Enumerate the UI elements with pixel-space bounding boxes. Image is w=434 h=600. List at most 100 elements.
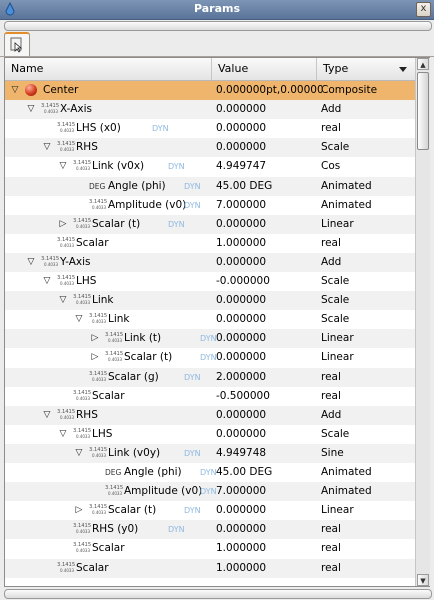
- tree-row[interactable]: ▽ 3.1415 0.4033 Link 0.000000 Scale: [5, 291, 415, 311]
- expander-expanded-icon[interactable]: ▽: [57, 291, 69, 310]
- tab-params[interactable]: [4, 32, 30, 56]
- value-cell[interactable]: 1.000000: [216, 539, 322, 558]
- name-cell: 3.1415 0.4033 Amplitude (v0) DYN: [5, 196, 212, 215]
- tree-row[interactable]: 3.1415 0.4033 Scalar 1.000000 real: [5, 234, 415, 253]
- tree-row[interactable]: 3.1415 0.4033 Amplitude (v0) DYN 7.000000 Ani…: [5, 482, 415, 502]
- value-cell[interactable]: 0.000000: [216, 138, 322, 157]
- scrollbar-thumb[interactable]: [417, 72, 429, 150]
- dynamic-badge: DYN: [200, 353, 217, 363]
- value-cell[interactable]: 2.000000: [216, 368, 322, 387]
- expander-collapsed-icon[interactable]: ▷: [57, 215, 69, 234]
- tree-row[interactable]: 3.1415 0.4033 Scalar -0.500000 real: [5, 387, 415, 406]
- dynamic-badge: DYN: [200, 468, 217, 477]
- value-cell[interactable]: 45.00 DEG: [216, 463, 322, 482]
- value-cell[interactable]: 0.000000: [216, 310, 322, 329]
- value-cell[interactable]: -0.500000: [216, 387, 322, 406]
- param-name: Scalar: [76, 561, 109, 574]
- sort-down-icon[interactable]: [399, 67, 407, 72]
- tree-row[interactable]: 3.1415 0.4033 RHS (y0) DYN 0.000000 real: [5, 520, 415, 540]
- expander-expanded-icon[interactable]: ▽: [57, 425, 69, 444]
- title-bar[interactable]: Params x: [0, 0, 434, 20]
- value-cell[interactable]: 7.000000: [216, 482, 322, 501]
- expander-expanded-icon[interactable]: ▽: [41, 406, 53, 425]
- expander-expanded-icon[interactable]: ▽: [57, 157, 69, 176]
- angle-deg-icon: DEG: [105, 468, 122, 477]
- value-cell[interactable]: 4.949748: [216, 444, 322, 463]
- tree-row[interactable]: ▽ 3.1415 0.4033 Y-Axis 0.000000 Add: [5, 252, 415, 272]
- name-cell: 3.1415 0.4033 Scalar: [5, 539, 212, 558]
- close-icon[interactable]: x: [416, 2, 431, 17]
- value-cell[interactable]: 0.000000: [216, 425, 322, 444]
- tree-row[interactable]: ▽ 3.1415 0.4033 Link 0.000000 Scale: [5, 310, 415, 329]
- real-value-icon: 3.1415 0.4033: [57, 562, 75, 574]
- value-cell[interactable]: 0.000000: [216, 215, 322, 234]
- tree-row[interactable]: ▷ 3.1415 0.4033 Scalar (t) DYN 0.000000 Linear: [5, 501, 415, 520]
- value-cell[interactable]: 0.000000: [216, 253, 322, 272]
- value-cell[interactable]: 0.000000: [216, 119, 322, 138]
- tree-row[interactable]: DEG Angle (phi) DYN 45.00 DEG Animated: [5, 176, 415, 196]
- value-cell[interactable]: 0.000000: [216, 406, 322, 425]
- value-cell[interactable]: 0.000000: [216, 329, 322, 348]
- tree-row[interactable]: ▽ 3.1415 0.4033 RHS 0.000000 Add: [5, 405, 415, 425]
- top-handle-bar[interactable]: [4, 21, 432, 31]
- value-cell[interactable]: 1.000000: [216, 234, 322, 253]
- tree-row[interactable]: ▽ 3.1415 0.4033 Link (v0x) DYN 4.949747 Cos: [5, 157, 415, 176]
- value-cell[interactable]: 0.000000: [216, 291, 322, 310]
- real-value-icon-line1: 3.1415: [73, 389, 92, 396]
- value-cell[interactable]: 0.000000pt,0.000000pt: [216, 81, 322, 100]
- expander-expanded-icon[interactable]: ▽: [25, 100, 37, 119]
- value-cell[interactable]: -0.000000: [216, 272, 322, 291]
- expander-expanded-icon[interactable]: ▽: [9, 81, 21, 100]
- tree-row[interactable]: ▷ 3.1415 0.4033 Scalar (t) DYN 0.000000 Linear: [5, 214, 415, 234]
- expander-collapsed-icon[interactable]: ▷: [89, 329, 101, 348]
- expander-collapsed-icon[interactable]: ▷: [73, 501, 85, 520]
- bottom-handle-bar[interactable]: [4, 589, 432, 599]
- value-cell[interactable]: 1.000000: [216, 559, 322, 578]
- column-header-type[interactable]: Type: [317, 58, 415, 80]
- expander-expanded-icon[interactable]: ▽: [41, 138, 53, 157]
- name-cell: ▷ 3.1415 0.4033 Link (t) DYN: [5, 329, 217, 348]
- column-header-name[interactable]: Name: [5, 58, 212, 80]
- tree-row[interactable]: ▽ 3.1415 0.4033 RHS 0.000000 Scale: [5, 138, 415, 158]
- name-cell: DEG Angle (phi) DYN: [5, 177, 212, 196]
- tree-row[interactable]: ▽ 3.1415 0.4033 LHS -0.000000 Scale: [5, 272, 415, 291]
- type-cell: Add: [321, 103, 342, 116]
- real-value-icon-line2: 0.4033: [44, 261, 58, 267]
- vertical-scrollbar[interactable]: ▲ ▼: [415, 58, 430, 586]
- value-cell[interactable]: 0.000000: [216, 100, 322, 119]
- real-value-icon: 3.1415 0.4033: [105, 333, 123, 344]
- tree-row[interactable]: 3.1415 0.4033 Scalar 1.000000 real: [5, 539, 415, 558]
- tree-row[interactable]: 3.1415 0.4033 Amplitude (v0) DYN 7.000000 Ani…: [5, 196, 415, 215]
- value-cell[interactable]: 4.949747: [216, 157, 322, 176]
- expander-expanded-icon[interactable]: ▽: [73, 310, 85, 329]
- value-cell[interactable]: 0.000000: [216, 501, 322, 520]
- scroll-down-icon[interactable]: ▼: [417, 574, 429, 586]
- param-name: Scalar (t): [92, 217, 141, 230]
- value-cell[interactable]: 7.000000: [216, 196, 322, 215]
- expander-expanded-icon[interactable]: ▽: [73, 444, 85, 463]
- expander-expanded-icon[interactable]: ▽: [41, 272, 53, 291]
- param-name: Amplitude (v0): [124, 485, 203, 498]
- tree-row[interactable]: ▷ 3.1415 0.4033 Link (t) DYN 0.000000 Linear: [5, 329, 415, 349]
- tree-row[interactable]: ▽ 3.1415 0.4033 X-Axis 0.000000 Add: [5, 100, 415, 120]
- tree-row[interactable]: 3.1415 0.4033 Scalar 1.000000 real: [5, 558, 415, 578]
- real-value-icon-line1: 3.1415: [73, 427, 92, 434]
- tree-row[interactable]: ▽ Center 0.000000pt,0.000000ptComposite: [5, 81, 415, 101]
- value-cell[interactable]: 45.00 DEG: [216, 177, 322, 196]
- expander-expanded-icon[interactable]: ▽: [25, 253, 37, 272]
- value-cell[interactable]: 0.000000: [216, 520, 322, 539]
- real-value-icon-line2: 0.4033: [60, 281, 74, 286]
- param-name: Scalar (g): [108, 370, 159, 383]
- type-cell: real: [321, 370, 341, 383]
- tree-row[interactable]: ▽ 3.1415 0.4033 Link (v0y) DYN 4.949748 Sine: [5, 443, 415, 463]
- value-cell[interactable]: 0.000000: [216, 348, 322, 367]
- column-header-value[interactable]: Value: [212, 58, 317, 80]
- tree-row[interactable]: DEG Angle (phi) DYN 45.00 DEG Animated: [5, 463, 415, 482]
- tree-row[interactable]: 3.1415 0.4033 Scalar (g) DYN 2.000000 real: [5, 367, 415, 387]
- tree-row[interactable]: 3.1415 0.4033 LHS (x0) DYN 0.000000 real: [5, 119, 415, 138]
- tree-row[interactable]: ▷ 3.1415 0.4033 Scalar (t) DYN 0.000000 Linear: [5, 348, 415, 367]
- column-header: Name Value Type: [5, 58, 415, 81]
- expander-collapsed-icon[interactable]: ▷: [89, 348, 101, 367]
- tree-row[interactable]: ▽ 3.1415 0.4033 LHS 0.000000 Scale: [5, 425, 415, 444]
- scroll-up-icon[interactable]: ▲: [417, 58, 429, 70]
